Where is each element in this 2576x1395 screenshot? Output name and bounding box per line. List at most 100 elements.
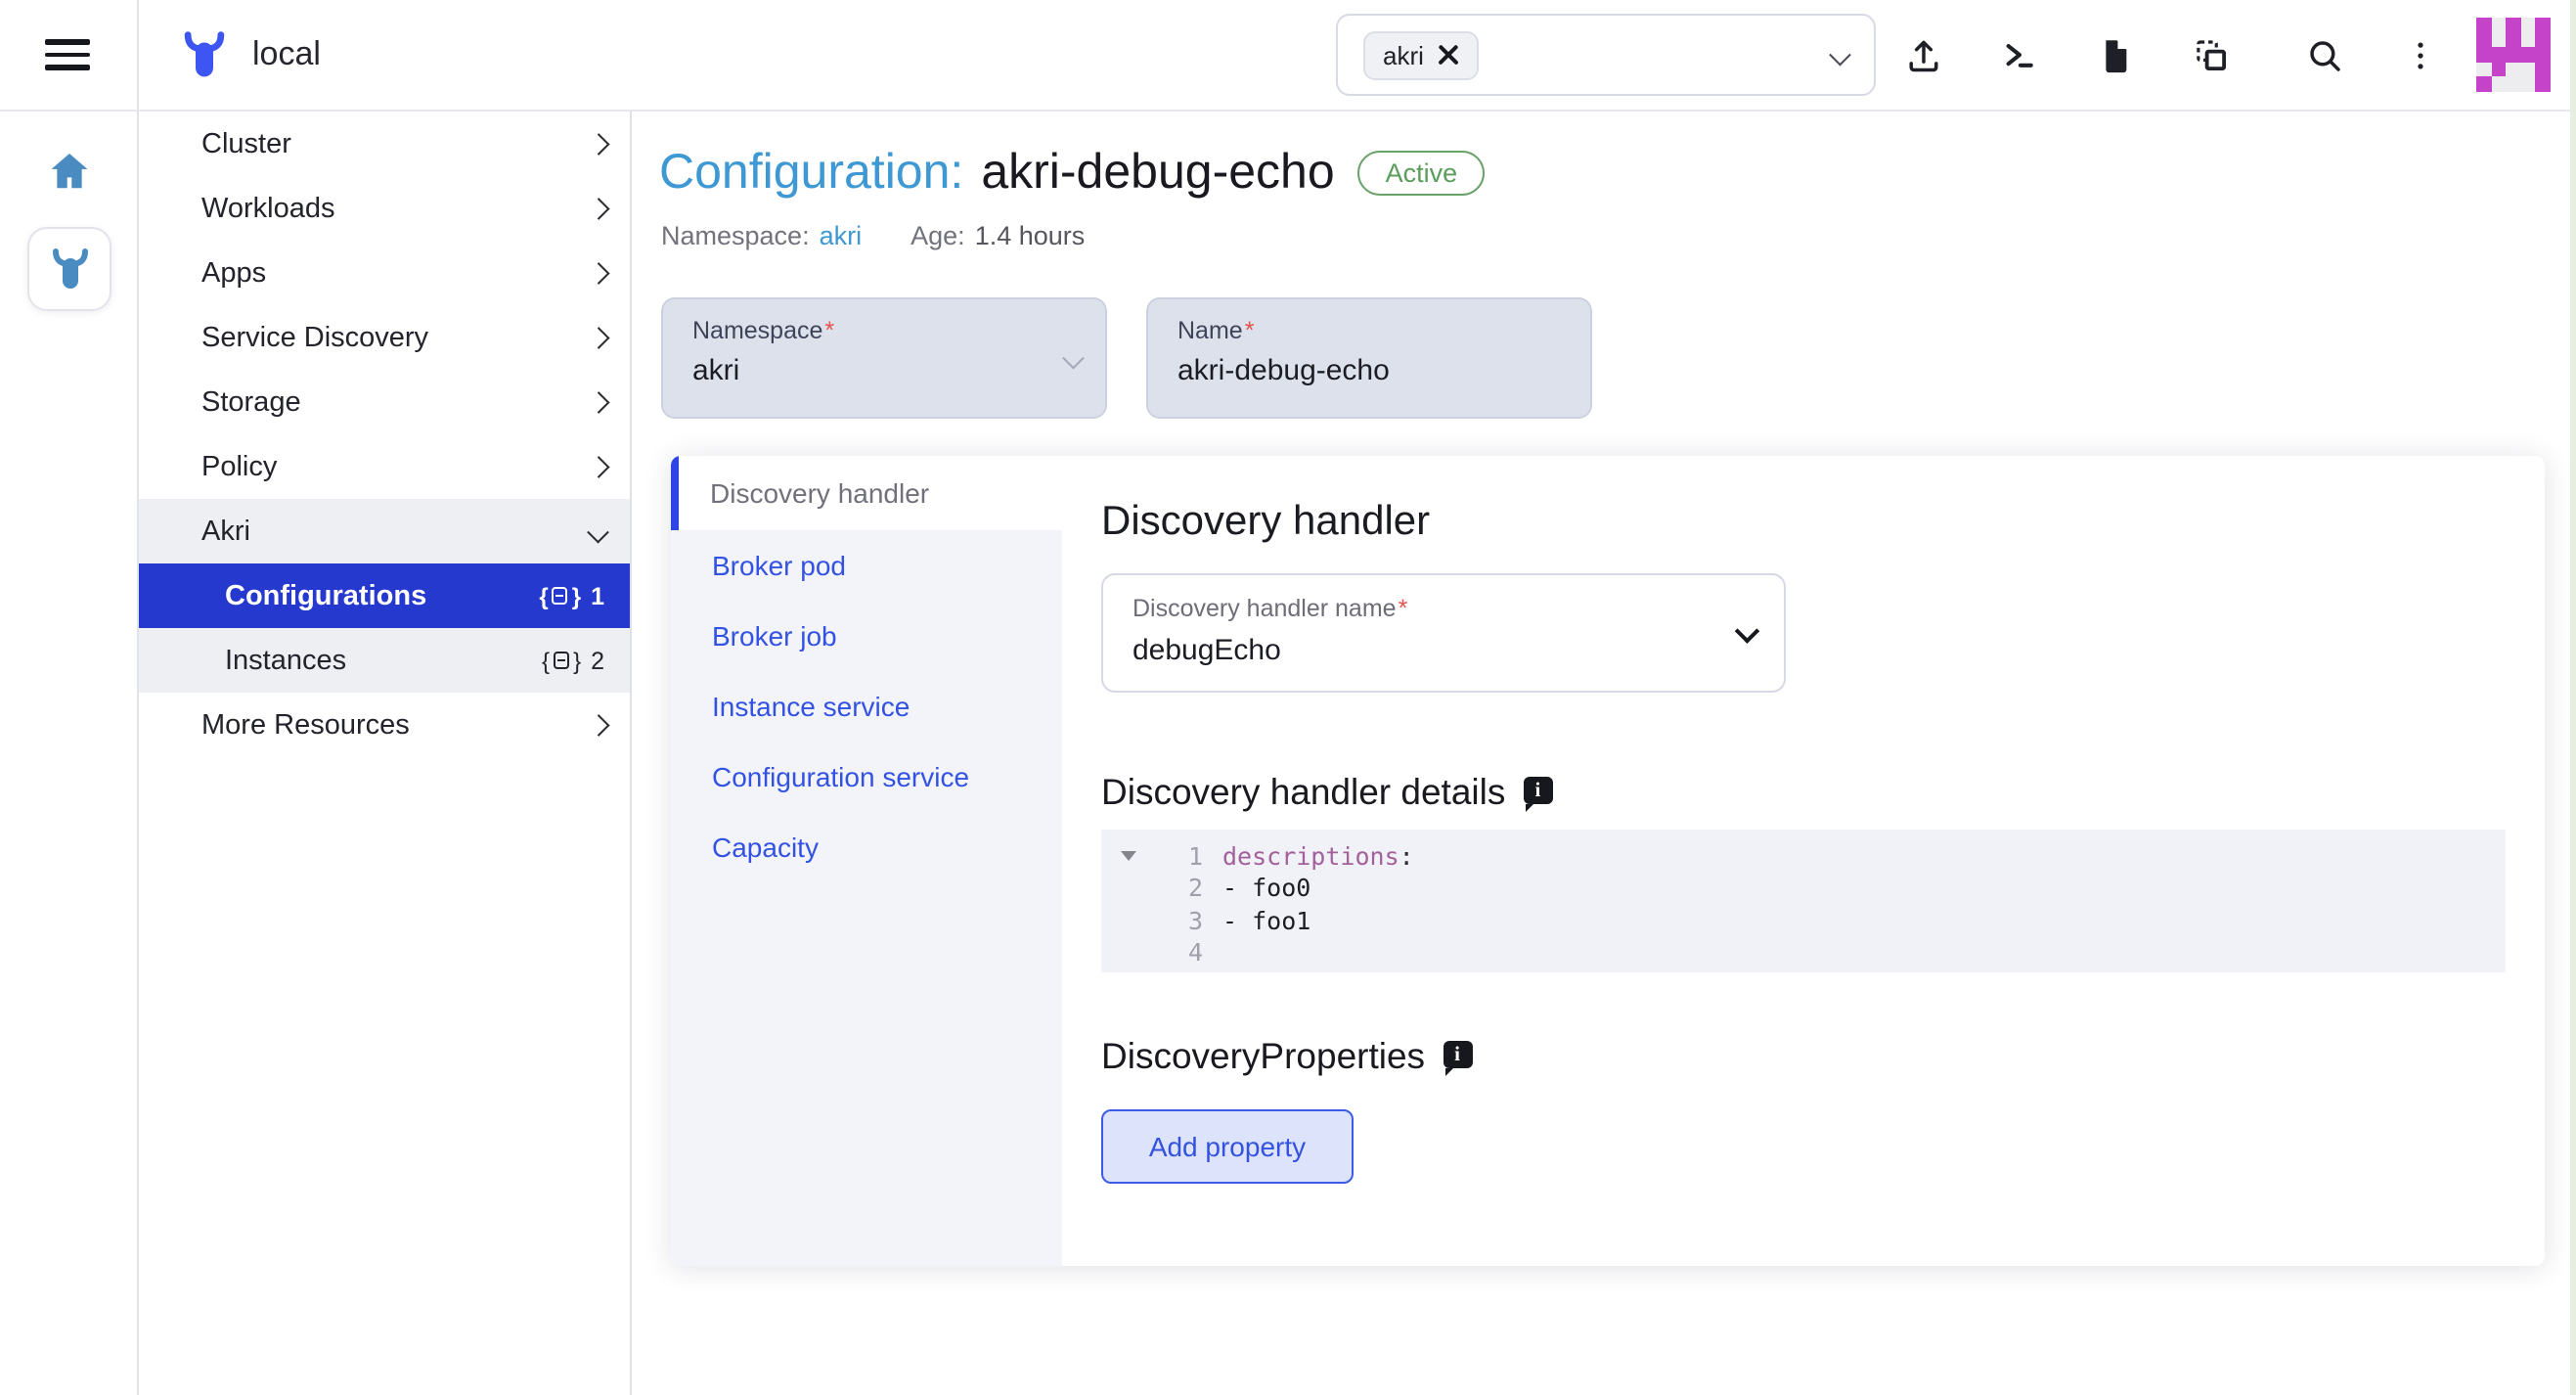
yaml-editor[interactable]: 1descriptions:2- foo03- foo14 — [1101, 830, 2506, 972]
discovery-handler-select[interactable]: Discovery handler name debugEcho — [1101, 573, 1786, 693]
code-token: descriptions — [1222, 841, 1399, 871]
sidebar-nav: Cluster Workloads Apps Service Discovery Sto… — [139, 112, 632, 1395]
detail-card: Discovery handlerBroker podBroker jobIns… — [671, 456, 2545, 1266]
sidebar-item-akri[interactable]: Akri — [139, 499, 630, 563]
name-field-value: akri-debug-echo — [1177, 354, 1561, 387]
sidebar-item-apps[interactable]: Apps — [139, 241, 630, 305]
sidebar-item-instances[interactable]: Instances2 — [139, 628, 630, 693]
sidebar-item-cluster[interactable]: Cluster — [139, 112, 630, 176]
resource-count: 2 — [591, 647, 604, 674]
avatar-cell — [2521, 63, 2536, 77]
app-window: local akri — [0, 0, 2576, 1395]
info-tooltip-icon[interactable] — [1443, 1041, 1472, 1068]
steer-logo-icon — [178, 28, 231, 81]
chevron-down-icon — [1829, 44, 1849, 65]
brace-icon — [572, 582, 581, 609]
code-text: descriptions: — [1222, 841, 1414, 871]
search-button[interactable] — [2300, 34, 2347, 75]
sidebar-item-service-discovery[interactable]: Service Discovery — [139, 305, 630, 370]
resource-count-badge: 2 — [542, 647, 604, 674]
kubectl-shell-button[interactable] — [1995, 34, 2042, 75]
add-property-button[interactable]: Add property — [1101, 1109, 1354, 1184]
header-actions — [1899, 0, 2443, 110]
namespace-field-label: Namespace — [692, 317, 1076, 344]
namespace-filter-select[interactable]: akri — [1336, 14, 1876, 96]
sidebar-item-label: Cluster — [201, 128, 291, 159]
resource-name: akri-debug-echo — [981, 145, 1334, 202]
tab-broker-pod[interactable]: Broker pod — [671, 530, 1062, 601]
properties-heading-row: DiscoveryProperties — [1101, 1035, 2506, 1078]
avatar-cell — [2506, 18, 2520, 32]
search-icon — [2303, 34, 2344, 75]
home-button[interactable] — [0, 149, 137, 194]
avatar-cell — [2491, 18, 2506, 32]
chevron-right-icon — [587, 133, 607, 154]
avatar-cell — [2536, 77, 2551, 92]
avatar-cell — [2536, 63, 2551, 77]
editor-line: 3- foo1 — [1101, 904, 2506, 936]
avatar-cell — [2536, 18, 2551, 32]
copy-kubeconfig-icon — [2190, 34, 2231, 75]
name-field-label: Name — [1177, 317, 1561, 344]
avatar-cell — [2476, 47, 2491, 62]
chevron-right-icon — [587, 456, 607, 476]
sidebar-item-label: Apps — [201, 257, 266, 289]
code-text: - foo1 — [1222, 906, 1310, 935]
details-heading-row: Discovery handler details — [1101, 771, 2506, 814]
brace-icon — [542, 647, 550, 674]
cluster-shortcut-local[interactable] — [27, 227, 111, 311]
namespace-field-value: akri — [692, 354, 1076, 387]
kubeconfig-file-button[interactable] — [2091, 34, 2138, 75]
chevron-right-icon — [587, 714, 607, 735]
brace-icon — [573, 647, 581, 674]
copy-kubeconfig-button[interactable] — [2187, 34, 2234, 75]
more-options-button[interactable] — [2396, 34, 2443, 75]
page-title: Configuration: akri-debug-echo Active — [659, 145, 1485, 202]
resource-count-badge: 1 — [539, 582, 604, 609]
code-token: : — [1399, 841, 1414, 871]
details-heading: Discovery handler details — [1101, 771, 1505, 814]
sidebar-item-configurations[interactable]: Configurations1 — [139, 563, 630, 628]
editor-line: 1descriptions: — [1101, 839, 2506, 872]
chevron-right-icon — [587, 198, 607, 218]
tab-instance-service[interactable]: Instance service — [671, 671, 1062, 742]
namespace-chip-label: akri — [1383, 40, 1424, 69]
kubectl-shell-icon — [1998, 34, 2039, 75]
namespace-filter-chip[interactable]: akri — [1363, 30, 1479, 79]
sidebar-item-label: Service Discovery — [201, 322, 428, 353]
avatar-cell — [2491, 47, 2506, 62]
info-tooltip-icon[interactable] — [1523, 777, 1552, 804]
cluster-name: local — [252, 35, 321, 74]
chevron-down-icon — [587, 520, 607, 541]
fold-caret-icon[interactable] — [1121, 851, 1136, 861]
name-field[interactable]: Name akri-debug-echo — [1146, 297, 1592, 419]
rancher-logo[interactable] — [178, 28, 231, 81]
chevron-right-icon — [587, 327, 607, 347]
main-content: Configuration: akri-debug-echo Active Na… — [634, 112, 2576, 1395]
chevron-right-icon — [587, 391, 607, 412]
code-token: - foo0 — [1222, 874, 1310, 903]
import-yaml-button[interactable] — [1899, 34, 1946, 75]
namespace-link[interactable]: akri — [820, 221, 863, 250]
right-edge-strip — [2570, 0, 2576, 1395]
hamburger-menu-icon[interactable] — [45, 39, 90, 70]
cluster-steer-icon — [46, 246, 93, 292]
editor-line: 2 - foo0 — [1101, 872, 2506, 904]
user-avatar[interactable] — [2476, 18, 2551, 92]
remove-chip-icon[interactable] — [1438, 44, 1459, 66]
namespace-field[interactable]: Namespace akri — [661, 297, 1107, 419]
line-number: 2 — [1156, 874, 1203, 903]
sidebar-item-label: Storage — [201, 386, 301, 418]
tab-discovery-handler[interactable]: Discovery handler — [671, 456, 1062, 530]
header-divider — [0, 110, 2576, 112]
tab-configuration-service[interactable]: Configuration service — [671, 742, 1062, 812]
tab-capacity[interactable]: Capacity — [671, 812, 1062, 882]
resource-meta: Namespace: akri Age: 1.4 hours — [661, 221, 1085, 250]
tab-broker-job[interactable]: Broker job — [671, 601, 1062, 671]
sidebar-item-storage[interactable]: Storage — [139, 370, 630, 434]
sidebar-item-policy[interactable]: Policy — [139, 434, 630, 499]
sidebar-item-more-resources[interactable]: More Resources — [139, 693, 630, 757]
sidebar-item-label: More Resources — [201, 709, 410, 741]
avatar-cell — [2476, 18, 2491, 32]
sidebar-item-workloads[interactable]: Workloads — [139, 176, 630, 241]
